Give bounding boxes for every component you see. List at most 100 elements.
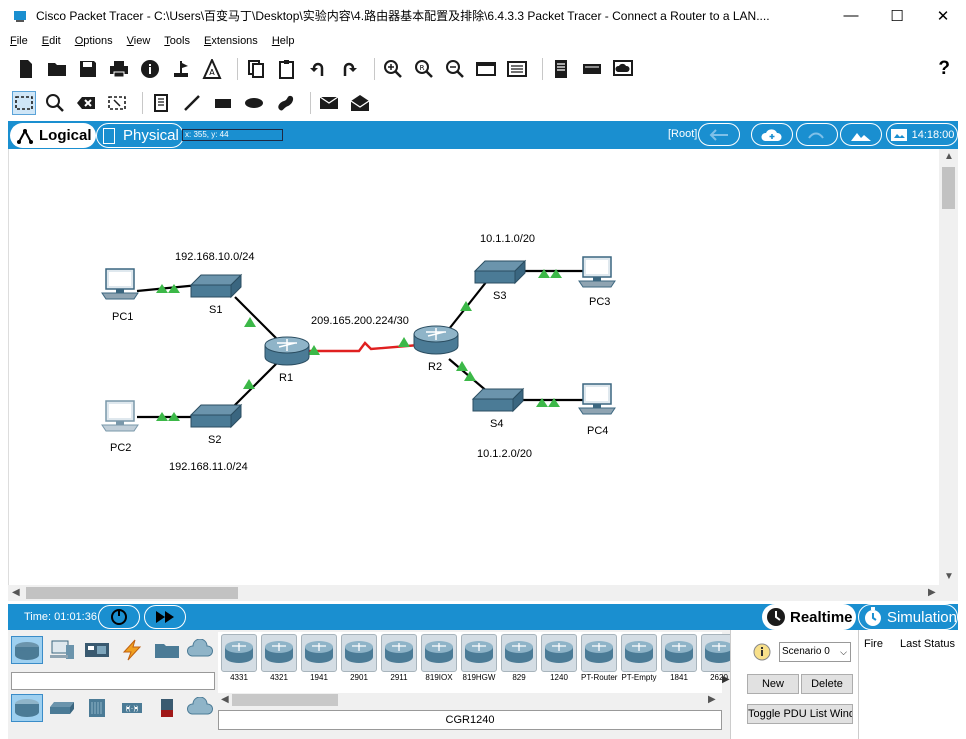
paste-button[interactable] — [275, 57, 299, 81]
draw-rectangle-button[interactable] — [211, 91, 235, 115]
info-button[interactable] — [138, 57, 162, 81]
menu-extensions[interactable]: Extensions — [204, 35, 258, 47]
switch-s2-icon[interactable] — [189, 403, 243, 429]
menu-file[interactable]: File — [10, 35, 28, 47]
draw-ellipse-button[interactable] — [242, 91, 266, 115]
subcategory-switches[interactable] — [46, 694, 78, 722]
category-end-devices[interactable] — [46, 636, 78, 664]
network-info-button[interactable] — [169, 57, 193, 81]
new-file-button[interactable] — [14, 57, 38, 81]
canvas-horizontal-scrollbar[interactable]: ◀ ▶ — [8, 585, 958, 601]
note-tool-button[interactable] — [149, 91, 173, 115]
save-button[interactable] — [76, 57, 100, 81]
cluster-cloud-button[interactable] — [751, 123, 793, 146]
root-breadcrumb[interactable]: [Root] — [668, 128, 697, 140]
undo-button[interactable] — [306, 57, 330, 81]
scroll-right-icon[interactable]: ▶ — [928, 587, 936, 598]
scroll-left-icon[interactable]: ◀ — [12, 587, 20, 598]
menu-options[interactable]: Options — [75, 35, 113, 47]
device-model-1941[interactable] — [301, 634, 337, 672]
device-model-2911[interactable] — [381, 634, 417, 672]
copy-button[interactable] — [244, 57, 268, 81]
scenario-select[interactable]: Scenario 0 ⌵ — [779, 642, 851, 662]
category-multiuser[interactable] — [184, 636, 216, 664]
viewport-clock[interactable]: 14:18:00 — [886, 123, 958, 146]
info-icon[interactable] — [753, 643, 771, 661]
help-button[interactable]: ? — [938, 58, 950, 80]
canvas-vertical-scrollbar[interactable]: ▲ ▼ — [939, 149, 958, 585]
delete-tool-button[interactable] — [74, 91, 98, 115]
close-button[interactable]: ✕ — [920, 0, 966, 31]
tab-physical[interactable]: Physical — [96, 123, 184, 148]
print-button[interactable] — [107, 57, 131, 81]
add-complex-pdu-button[interactable] — [348, 91, 372, 115]
zoom-in-button[interactable] — [381, 57, 405, 81]
category-misc[interactable] — [151, 636, 183, 664]
menu-tools[interactable]: Tools — [164, 35, 190, 47]
device-model-4331[interactable] — [221, 634, 257, 672]
device-model-pt-router[interactable] — [581, 634, 617, 672]
category-components[interactable] — [81, 636, 113, 664]
menu-help[interactable]: Help — [272, 35, 295, 47]
cluster-button[interactable] — [549, 57, 573, 81]
link-s1-r1[interactable] — [234, 296, 278, 340]
pc3-icon[interactable] — [578, 256, 616, 288]
subcategory-security[interactable] — [151, 694, 183, 722]
category-search-box[interactable] — [11, 672, 215, 690]
device-model-819hgw[interactable] — [461, 634, 497, 672]
device-model-pt-empty[interactable] — [621, 634, 657, 672]
zoom-out-button[interactable] — [443, 57, 467, 81]
drawing-palette-button[interactable] — [474, 57, 498, 81]
category-network-devices[interactable] — [11, 636, 43, 664]
device-model-2901[interactable] — [341, 634, 377, 672]
device-model-4321[interactable] — [261, 634, 297, 672]
pc1-icon[interactable] — [101, 268, 139, 300]
delete-scenario-button[interactable]: Delete — [801, 674, 853, 694]
pc2-icon[interactable] — [101, 400, 139, 432]
open-file-button[interactable] — [45, 57, 69, 81]
menu-edit[interactable]: Edit — [42, 35, 61, 47]
toggle-pdu-list-button[interactable]: Toggle PDU List Window — [747, 704, 853, 724]
panel-expand-icon[interactable]: ▶ — [722, 674, 730, 685]
subcategory-wireless[interactable]: ((·)) — [116, 694, 148, 722]
device-model-819iox[interactable] — [421, 634, 457, 672]
maximize-button[interactable]: ☐ — [874, 0, 920, 31]
simulation-mode-button[interactable]: Simulation — [858, 604, 958, 630]
draw-freeform-button[interactable] — [273, 91, 297, 115]
device-model-1841[interactable] — [661, 634, 697, 672]
subcategory-wan-emulation[interactable] — [184, 694, 216, 722]
resize-tool-button[interactable] — [105, 91, 129, 115]
router-r1-icon[interactable] — [264, 336, 310, 366]
subcategory-hubs[interactable] — [81, 694, 113, 722]
horizontal-scroll-thumb[interactable] — [26, 587, 238, 599]
device-list-scrollbar[interactable]: ◀ ▶ — [218, 693, 722, 707]
inspect-tool-button[interactable] — [43, 91, 67, 115]
redo-button[interactable] — [337, 57, 361, 81]
switch-s3-icon[interactable] — [473, 259, 527, 285]
select-tool-button[interactable] — [12, 91, 36, 115]
new-scenario-button[interactable]: New — [747, 674, 799, 694]
category-connections[interactable] — [116, 636, 148, 664]
fast-forward-button[interactable] — [144, 605, 186, 629]
realtime-mode-button[interactable]: Realtime — [762, 604, 856, 630]
add-simple-pdu-button[interactable] — [317, 91, 341, 115]
device-model-1240[interactable] — [541, 634, 577, 672]
pc4-icon[interactable] — [578, 383, 616, 415]
back-button[interactable] — [698, 123, 740, 146]
set-background-button[interactable] — [840, 123, 882, 146]
vertical-scroll-thumb[interactable] — [942, 167, 955, 209]
link-pc1-s1[interactable] — [136, 283, 200, 293]
switch-s1-icon[interactable] — [189, 273, 243, 299]
switch-s4-icon[interactable] — [471, 387, 525, 413]
activity-wizard-button[interactable]: A — [200, 57, 224, 81]
router-r2-icon[interactable] — [413, 325, 459, 355]
device-list-scroll-thumb[interactable] — [232, 694, 338, 706]
cloud-device-button[interactable] — [611, 57, 635, 81]
scroll-right-icon[interactable]: ▶ — [708, 694, 716, 705]
zoom-reset-button[interactable]: R — [412, 57, 436, 81]
power-cycle-button[interactable] — [98, 605, 140, 629]
logical-workspace-canvas[interactable]: 192.168.10.0/24 192.168.11.0/24 209.165.… — [8, 149, 939, 585]
scroll-left-icon[interactable]: ◀ — [221, 694, 229, 705]
link-s2-r1[interactable] — [232, 362, 278, 408]
custom-devices-button[interactable] — [505, 57, 529, 81]
